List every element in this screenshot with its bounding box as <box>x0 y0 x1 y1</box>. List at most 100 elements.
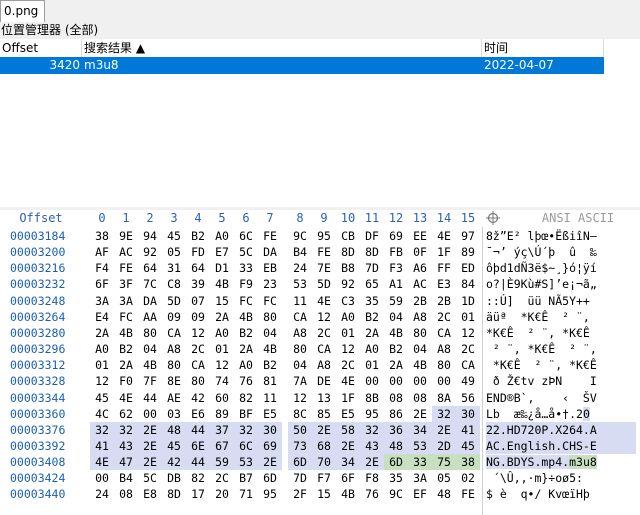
hex-byte[interactable]: 2E <box>258 454 282 471</box>
hex-byte[interactable]: 4B <box>412 357 428 373</box>
hex-byte[interactable]: 5C <box>238 244 254 260</box>
hex-byte[interactable]: 35 <box>388 470 404 486</box>
hex-byte[interactable]: 73 <box>288 437 312 454</box>
hex-byte[interactable]: 09 <box>190 309 206 325</box>
hex-byte[interactable]: 48 <box>162 421 186 438</box>
hex-byte[interactable]: 50 <box>288 421 312 438</box>
hex-byte[interactable]: 6C <box>238 228 254 244</box>
hex-byte[interactable]: AA <box>142 309 158 325</box>
hex-byte[interactable]: 32 <box>432 405 456 422</box>
hex-byte[interactable]: F7 <box>316 470 332 486</box>
hex-byte[interactable]: 1F <box>436 244 452 260</box>
hex-byte[interactable]: 34 <box>408 421 432 438</box>
hex-byte[interactable]: 09 <box>166 309 182 325</box>
hex-byte[interactable]: 4B <box>262 341 278 357</box>
hex-byte[interactable]: 3A <box>412 470 428 486</box>
hex-byte[interactable]: 23 <box>262 276 278 292</box>
hex-byte[interactable]: 2E <box>360 454 384 471</box>
hex-byte[interactable]: FE <box>460 486 476 502</box>
hex-byte[interactable]: B2 <box>238 325 254 341</box>
hex-byte[interactable]: B2 <box>388 341 404 357</box>
hex-byte[interactable]: C8 <box>166 276 182 292</box>
hex-byte[interactable]: 00 <box>364 373 380 389</box>
hex-byte[interactable]: 80 <box>190 373 206 389</box>
hex-byte[interactable]: 4C <box>94 406 110 422</box>
hex-byte[interactable]: CA <box>292 309 308 325</box>
hex-byte[interactable]: CB <box>340 228 356 244</box>
hex-byte[interactable]: 2B <box>436 293 452 309</box>
hex-byte[interactable]: 7F <box>142 373 158 389</box>
column-time[interactable]: 时间 <box>482 39 604 57</box>
hex-byte[interactable]: 82 <box>190 470 206 486</box>
hex-byte[interactable]: 08 <box>388 390 404 406</box>
hex-byte[interactable]: 01 <box>460 309 476 325</box>
hex-byte[interactable]: 7A <box>292 373 308 389</box>
hex-byte[interactable]: 8B <box>364 390 380 406</box>
hex-byte[interactable]: CA <box>460 357 476 373</box>
hex-byte[interactable]: 00 <box>94 470 110 486</box>
hex-byte[interactable]: 43 <box>360 437 384 454</box>
hex-byte[interactable]: DB <box>166 470 182 486</box>
hex-byte[interactable]: 32 <box>90 421 114 438</box>
hex-byte[interactable]: 44 <box>186 454 210 471</box>
hex-byte[interactable]: 12 <box>460 325 476 341</box>
hex-byte[interactable]: 3A <box>94 293 110 309</box>
hex-byte[interactable]: AF <box>94 244 110 260</box>
file-tab[interactable]: 0.png <box>0 0 46 23</box>
hex-byte[interactable]: 36 <box>384 421 408 438</box>
hex-byte[interactable]: 9E <box>118 228 134 244</box>
hex-byte[interactable]: 20 <box>214 486 230 502</box>
hex-byte[interactable]: 12 <box>190 325 206 341</box>
hex-byte[interactable]: 62 <box>118 406 134 422</box>
hex-byte[interactable]: 12 <box>340 341 356 357</box>
hex-byte[interactable]: 70 <box>312 454 336 471</box>
hex-byte[interactable]: 7C <box>142 276 158 292</box>
hex-byte[interactable]: 41 <box>90 437 114 454</box>
hex-byte[interactable]: 00 <box>142 406 158 422</box>
hex-byte[interactable]: 41 <box>456 421 480 438</box>
hex-byte[interactable]: E5 <box>340 406 356 422</box>
hex-byte[interactable]: B2 <box>262 357 278 373</box>
hex-byte[interactable]: 4E <box>340 373 356 389</box>
hex-byte[interactable]: 8D <box>364 244 380 260</box>
hex-byte[interactable]: E5 <box>262 406 278 422</box>
hex-byte[interactable]: 31 <box>166 260 182 276</box>
hex-byte[interactable]: 67 <box>210 437 234 454</box>
hex-byte[interactable]: 80 <box>436 357 452 373</box>
hex-byte[interactable]: CA <box>166 325 182 341</box>
hex-byte[interactable]: 53 <box>292 276 308 292</box>
hex-byte[interactable]: 80 <box>292 341 308 357</box>
hex-byte[interactable]: 4E <box>436 228 452 244</box>
hex-byte[interactable]: 2C <box>190 341 206 357</box>
hex-byte[interactable]: 2E <box>312 421 336 438</box>
hex-byte[interactable]: 7D <box>364 260 380 276</box>
hex-byte[interactable]: 12 <box>94 373 110 389</box>
hex-byte[interactable]: EF <box>412 486 428 502</box>
hex-byte[interactable]: 48 <box>436 486 452 502</box>
hex-byte[interactable]: A0 <box>238 357 254 373</box>
hex-byte[interactable]: 01 <box>94 357 110 373</box>
hex-byte[interactable]: 4B <box>340 486 356 502</box>
hex-byte[interactable]: 2E <box>138 454 162 471</box>
hex-byte[interactable]: 8C <box>292 406 308 422</box>
hex-byte[interactable]: 48 <box>384 437 408 454</box>
hex-byte[interactable]: 86 <box>388 406 404 422</box>
hex-byte[interactable]: 2E <box>138 437 162 454</box>
hex-byte[interactable]: 42 <box>190 390 206 406</box>
hex-byte[interactable]: CA <box>436 325 452 341</box>
hex-byte[interactable]: EB <box>262 260 278 276</box>
hex-byte[interactable]: FC <box>262 293 278 309</box>
hex-byte[interactable]: B7 <box>238 470 254 486</box>
hex-byte[interactable]: CA <box>190 357 206 373</box>
hex-byte[interactable]: 75 <box>432 454 456 471</box>
hex-byte[interactable]: 95 <box>316 228 332 244</box>
hex-byte[interactable]: 53 <box>408 437 432 454</box>
hex-byte[interactable]: 2A <box>364 325 380 341</box>
result-row[interactable]: 3420 m3u8 2022-04-07 21:25:... <box>0 57 604 89</box>
hex-byte[interactable]: 0F <box>412 244 428 260</box>
hex-byte[interactable]: 60 <box>214 390 230 406</box>
hex-byte[interactable]: 05 <box>436 470 452 486</box>
hex-byte[interactable]: 2C <box>316 325 332 341</box>
hex-byte[interactable]: 2D <box>432 437 456 454</box>
hex-byte[interactable]: 30 <box>456 405 480 422</box>
